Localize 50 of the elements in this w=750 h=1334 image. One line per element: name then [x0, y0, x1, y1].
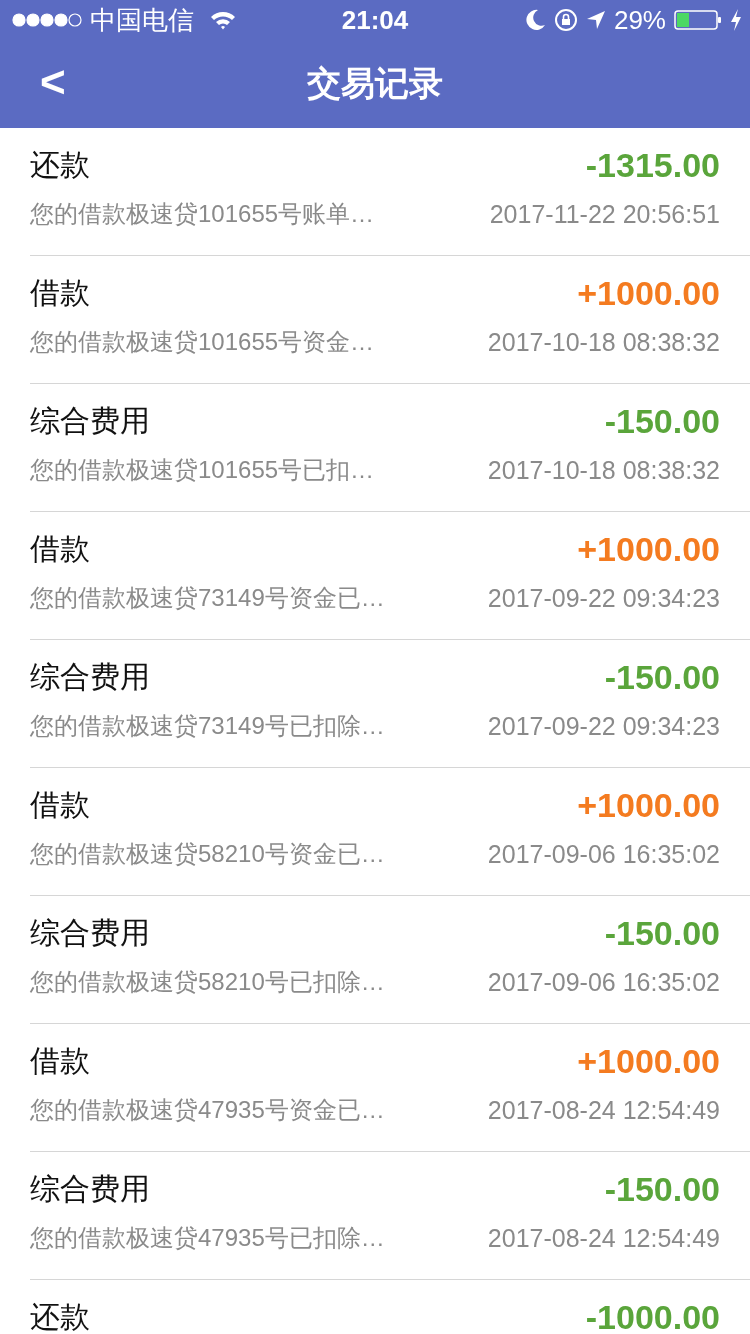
transaction-amount: -150.00: [604, 404, 720, 438]
transaction-type: 借款: [30, 534, 90, 564]
transaction-time: 2017-09-06 16:35:02: [487, 967, 720, 997]
transaction-time: 2017-09-22 09:34:23: [487, 583, 720, 613]
page-title: 交易记录: [307, 63, 443, 104]
transaction-type: 综合费用: [30, 662, 150, 692]
transaction-description: 您的借款极速贷73149号资金已…: [30, 583, 385, 613]
back-button[interactable]: <: [30, 54, 76, 110]
transaction-type: 借款: [30, 278, 90, 308]
transaction-time: 2017-08-24 12:54:49: [487, 1095, 720, 1125]
transaction-amount: -1315.00: [585, 148, 720, 182]
transaction-amount: -150.00: [604, 1172, 720, 1206]
transaction-amount: -150.00: [604, 660, 720, 694]
transaction-description: 您的借款极速贷47935号已扣除…: [30, 1223, 385, 1253]
transaction-amount: +1000.00: [577, 532, 720, 566]
transaction-description: 您的借款极速贷58210号资金已…: [30, 839, 385, 869]
carrier-name: 中国电信: [90, 3, 194, 37]
battery-icon: [674, 10, 722, 30]
transaction-amount: +1000.00: [577, 276, 720, 310]
moon-icon: [525, 9, 546, 31]
transaction-time: 2017-09-22 09:34:23: [487, 711, 720, 741]
transaction-type: 借款: [30, 790, 90, 820]
transaction-description: 您的借款极速贷101655号资金…: [30, 327, 375, 357]
transaction-type: 综合费用: [30, 406, 150, 436]
battery-percent: 29%: [613, 4, 666, 36]
transaction-description: 您的借款极速贷101655号已扣…: [30, 455, 375, 485]
location-arrow-icon: [585, 10, 606, 30]
transaction-amount: +1000.00: [577, 1044, 720, 1078]
transaction-amount: -150.00: [604, 916, 720, 950]
transaction-type: 综合费用: [30, 918, 150, 948]
transaction-description: 您的借款极速贷73149号已扣除…: [30, 711, 385, 741]
transaction-description: 您的借款极速贷58210号已扣除…: [30, 967, 385, 997]
status-time: 21:04: [341, 4, 409, 36]
transaction-type: 还款: [30, 1302, 90, 1332]
wifi-icon: [210, 10, 236, 30]
transaction-type: 综合费用: [30, 1174, 150, 1204]
transaction-amount: -1000.00: [585, 1300, 720, 1334]
transaction-time: 2017-09-06 16:35:02: [487, 839, 720, 869]
rotation-lock-icon: [553, 8, 578, 32]
transaction-description: 您的借款极速贷101655号账单…: [30, 199, 375, 229]
transaction-type: 还款: [30, 150, 90, 180]
transaction-description: 您的借款极速贷47935号资金已…: [30, 1095, 385, 1125]
transaction-time: 2017-11-22 20:56:51: [489, 199, 720, 229]
transaction-type: 借款: [30, 1046, 90, 1076]
signal-icon: [12, 12, 82, 28]
transaction-time: 2017-10-18 08:38:32: [487, 455, 720, 485]
transaction-amount: +1000.00: [577, 788, 720, 822]
transaction-time: 2017-10-18 08:38:32: [487, 327, 720, 357]
charging-bolt-icon: [730, 9, 742, 31]
transaction-time: 2017-08-24 12:54:49: [487, 1223, 720, 1253]
